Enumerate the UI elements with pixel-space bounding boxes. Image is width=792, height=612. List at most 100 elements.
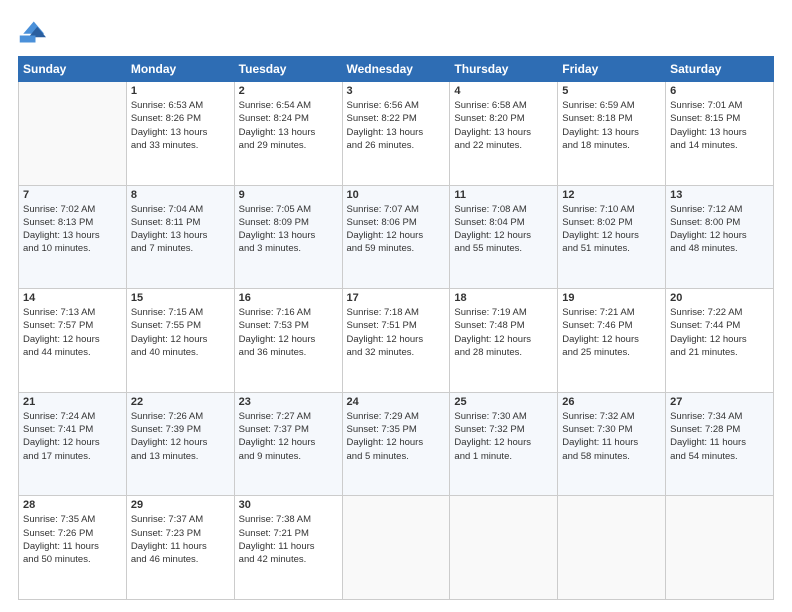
- day-number: 6: [670, 85, 769, 97]
- day-number: 2: [239, 85, 338, 97]
- day-cell: 11 Sunrise: 7:08 AM Sunset: 8:04 PM Dayli…: [450, 185, 558, 289]
- day-content: Sunrise: 7:02 AM Sunset: 8:13 PM Dayligh…: [23, 203, 122, 256]
- day-content: Sunrise: 6:53 AM Sunset: 8:26 PM Dayligh…: [131, 99, 230, 152]
- day-content: Sunrise: 7:18 AM Sunset: 7:51 PM Dayligh…: [347, 306, 446, 359]
- day-content: Sunrise: 7:16 AM Sunset: 7:53 PM Dayligh…: [239, 306, 338, 359]
- day-number: 5: [562, 85, 661, 97]
- day-cell: 30Sunrise: 7:38 AM Sunset: 7:21 PM Dayli…: [234, 496, 342, 600]
- day-cell: 28Sunrise: 7:35 AM Sunset: 7:26 PM Dayli…: [19, 496, 127, 600]
- day-cell: 2 Sunrise: 6:54 AM Sunset: 8:24 PM Daylig…: [234, 82, 342, 186]
- day-content: Sunrise: 7:07 AM Sunset: 8:06 PM Dayligh…: [347, 203, 446, 256]
- col-header-friday: Friday: [558, 57, 666, 82]
- day-number: 3: [347, 85, 446, 97]
- header-row: SundayMondayTuesdayWednesdayThursdayFrid…: [19, 57, 774, 82]
- col-header-monday: Monday: [126, 57, 234, 82]
- day-content: Sunrise: 7:22 AM Sunset: 7:44 PM Dayligh…: [670, 306, 769, 359]
- day-cell: 19 Sunrise: 7:21 AM Sunset: 7:46 PM Dayli…: [558, 289, 666, 393]
- day-number: 29: [131, 499, 230, 511]
- col-header-sunday: Sunday: [19, 57, 127, 82]
- day-content: Sunrise: 6:58 AM Sunset: 8:20 PM Dayligh…: [454, 99, 553, 152]
- day-number: 15: [131, 292, 230, 304]
- day-number: 1: [131, 85, 230, 97]
- day-cell: [450, 496, 558, 600]
- day-cell: 8 Sunrise: 7:04 AM Sunset: 8:11 PM Daylig…: [126, 185, 234, 289]
- day-number: 4: [454, 85, 553, 97]
- day-content: Sunrise: 7:27 AM Sunset: 7:37 PM Dayligh…: [239, 410, 338, 463]
- day-number: 17: [347, 292, 446, 304]
- day-content: Sunrise: 7:12 AM Sunset: 8:00 PM Dayligh…: [670, 203, 769, 256]
- day-content: Sunrise: 7:30 AM Sunset: 7:32 PM Dayligh…: [454, 410, 553, 463]
- day-number: 22: [131, 396, 230, 408]
- day-cell: 6 Sunrise: 7:01 AM Sunset: 8:15 PM Daylig…: [666, 82, 774, 186]
- day-number: 7: [23, 189, 122, 201]
- week-row-0: 1 Sunrise: 6:53 AM Sunset: 8:26 PM Daylig…: [19, 82, 774, 186]
- logo-icon: [18, 18, 46, 46]
- week-row-3: 21 Sunrise: 7:24 AM Sunset: 7:41 PM Dayli…: [19, 392, 774, 496]
- day-content: Sunrise: 7:29 AM Sunset: 7:35 PM Dayligh…: [347, 410, 446, 463]
- day-cell: 27 Sunrise: 7:34 AM Sunset: 7:28 PM Dayli…: [666, 392, 774, 496]
- day-cell: 22 Sunrise: 7:26 AM Sunset: 7:39 PM Dayli…: [126, 392, 234, 496]
- day-cell: 26Sunrise: 7:32 AM Sunset: 7:30 PM Dayli…: [558, 392, 666, 496]
- day-number: 19: [562, 292, 661, 304]
- day-number: 16: [239, 292, 338, 304]
- day-content: Sunrise: 6:59 AM Sunset: 8:18 PM Dayligh…: [562, 99, 661, 152]
- week-row-2: 14Sunrise: 7:13 AM Sunset: 7:57 PM Dayli…: [19, 289, 774, 393]
- day-number: 13: [670, 189, 769, 201]
- day-number: 27: [670, 396, 769, 408]
- day-cell: 21 Sunrise: 7:24 AM Sunset: 7:41 PM Dayli…: [19, 392, 127, 496]
- day-content: Sunrise: 7:34 AM Sunset: 7:28 PM Dayligh…: [670, 410, 769, 463]
- day-cell: 29Sunrise: 7:37 AM Sunset: 7:23 PM Dayli…: [126, 496, 234, 600]
- page: SundayMondayTuesdayWednesdayThursdayFrid…: [0, 0, 792, 612]
- day-content: Sunrise: 6:56 AM Sunset: 8:22 PM Dayligh…: [347, 99, 446, 152]
- day-content: Sunrise: 6:54 AM Sunset: 8:24 PM Dayligh…: [239, 99, 338, 152]
- day-content: Sunrise: 7:08 AM Sunset: 8:04 PM Dayligh…: [454, 203, 553, 256]
- week-row-4: 28Sunrise: 7:35 AM Sunset: 7:26 PM Dayli…: [19, 496, 774, 600]
- day-cell: [19, 82, 127, 186]
- day-cell: 14Sunrise: 7:13 AM Sunset: 7:57 PM Dayli…: [19, 289, 127, 393]
- day-cell: 23 Sunrise: 7:27 AM Sunset: 7:37 PM Dayli…: [234, 392, 342, 496]
- day-number: 23: [239, 396, 338, 408]
- day-cell: [342, 496, 450, 600]
- day-number: 28: [23, 499, 122, 511]
- day-content: Sunrise: 7:01 AM Sunset: 8:15 PM Dayligh…: [670, 99, 769, 152]
- day-cell: 4 Sunrise: 6:58 AM Sunset: 8:20 PM Daylig…: [450, 82, 558, 186]
- day-content: Sunrise: 7:21 AM Sunset: 7:46 PM Dayligh…: [562, 306, 661, 359]
- day-number: 30: [239, 499, 338, 511]
- day-cell: 10 Sunrise: 7:07 AM Sunset: 8:06 PM Dayli…: [342, 185, 450, 289]
- day-cell: 24 Sunrise: 7:29 AM Sunset: 7:35 PM Dayli…: [342, 392, 450, 496]
- day-number: 14: [23, 292, 122, 304]
- day-content: Sunrise: 7:15 AM Sunset: 7:55 PM Dayligh…: [131, 306, 230, 359]
- day-cell: 16 Sunrise: 7:16 AM Sunset: 7:53 PM Dayli…: [234, 289, 342, 393]
- day-content: Sunrise: 7:10 AM Sunset: 8:02 PM Dayligh…: [562, 203, 661, 256]
- day-cell: [666, 496, 774, 600]
- header: [18, 18, 774, 46]
- day-number: 25: [454, 396, 553, 408]
- day-number: 26: [562, 396, 661, 408]
- day-cell: 12 Sunrise: 7:10 AM Sunset: 8:02 PM Dayli…: [558, 185, 666, 289]
- day-cell: 7 Sunrise: 7:02 AM Sunset: 8:13 PM Daylig…: [19, 185, 127, 289]
- day-content: Sunrise: 7:04 AM Sunset: 8:11 PM Dayligh…: [131, 203, 230, 256]
- day-cell: 20 Sunrise: 7:22 AM Sunset: 7:44 PM Dayli…: [666, 289, 774, 393]
- day-cell: [558, 496, 666, 600]
- day-number: 21: [23, 396, 122, 408]
- day-number: 24: [347, 396, 446, 408]
- day-cell: 13 Sunrise: 7:12 AM Sunset: 8:00 PM Dayli…: [666, 185, 774, 289]
- day-number: 10: [347, 189, 446, 201]
- day-cell: 1 Sunrise: 6:53 AM Sunset: 8:26 PM Daylig…: [126, 82, 234, 186]
- day-cell: 25 Sunrise: 7:30 AM Sunset: 7:32 PM Dayli…: [450, 392, 558, 496]
- day-cell: 3 Sunrise: 6:56 AM Sunset: 8:22 PM Daylig…: [342, 82, 450, 186]
- day-number: 12: [562, 189, 661, 201]
- day-number: 9: [239, 189, 338, 201]
- day-number: 8: [131, 189, 230, 201]
- day-cell: 15 Sunrise: 7:15 AM Sunset: 7:55 PM Dayli…: [126, 289, 234, 393]
- day-cell: 5 Sunrise: 6:59 AM Sunset: 8:18 PM Daylig…: [558, 82, 666, 186]
- day-number: 11: [454, 189, 553, 201]
- col-header-saturday: Saturday: [666, 57, 774, 82]
- day-content: Sunrise: 7:19 AM Sunset: 7:48 PM Dayligh…: [454, 306, 553, 359]
- day-number: 20: [670, 292, 769, 304]
- logo: [18, 18, 50, 46]
- day-content: Sunrise: 7:24 AM Sunset: 7:41 PM Dayligh…: [23, 410, 122, 463]
- day-content: Sunrise: 7:26 AM Sunset: 7:39 PM Dayligh…: [131, 410, 230, 463]
- day-cell: 18Sunrise: 7:19 AM Sunset: 7:48 PM Dayli…: [450, 289, 558, 393]
- col-header-thursday: Thursday: [450, 57, 558, 82]
